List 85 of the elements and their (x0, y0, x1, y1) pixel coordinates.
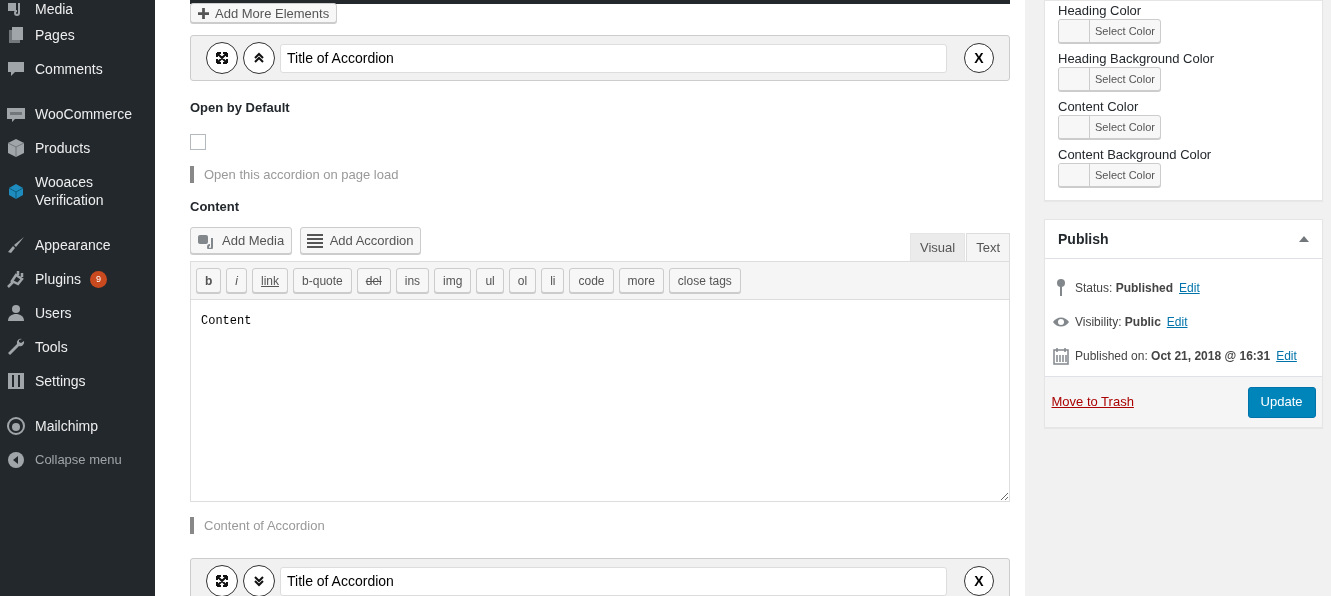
sliders-icon (6, 371, 26, 391)
expand-button[interactable] (206, 42, 238, 74)
double-chevron-up-icon (253, 52, 265, 64)
box-icon (6, 138, 26, 158)
brush-icon (6, 235, 26, 255)
format-button[interactable]: code (569, 268, 614, 293)
user-icon (6, 303, 26, 323)
publish-info: Visibility: Public (1075, 314, 1161, 331)
color-label: Content Background Color (1058, 147, 1213, 163)
field-hint: Content of Accordion (190, 517, 1010, 534)
color-picker-button[interactable]: Select Color (1058, 163, 1161, 187)
sidebar-item[interactable]: Mailchimp (0, 409, 155, 443)
sidebar-item[interactable]: Pages (0, 18, 155, 52)
color-label: Heading Color (1058, 3, 1143, 19)
update-count-badge: 9 (89, 270, 107, 288)
plug-icon (6, 269, 26, 289)
format-button[interactable]: b (196, 268, 222, 293)
format-button[interactable]: ul (476, 268, 504, 293)
sidebar-item[interactable]: Users (0, 296, 155, 330)
color-picker-button[interactable]: Select Color (1058, 67, 1161, 91)
editor-tab[interactable]: Visual (909, 233, 966, 261)
sidebar-item[interactable]: Plugins 9 (0, 262, 155, 296)
title-input-field[interactable]: Title of Accordion (280, 566, 947, 596)
pages-icon (6, 25, 26, 45)
sidebar-item[interactable]: WooCommerce (0, 97, 155, 131)
format-button[interactable]: ol (508, 268, 537, 293)
add-more-elements-button[interactable]: Add More Elements (190, 3, 337, 23)
format-button[interactable]: del (356, 268, 391, 293)
sidebar-item[interactable]: Wooaces Verification (0, 165, 155, 217)
sidebar-item[interactable]: Tools (0, 330, 155, 364)
comment-icon (6, 59, 26, 79)
field-label: Open by Default (190, 99, 291, 117)
sidebar-item[interactable]: Media (0, 0, 155, 18)
remove-button[interactable]: X (964, 43, 994, 73)
format-button[interactable]: more (618, 268, 664, 293)
panel-title: Publish (1058, 229, 1109, 249)
format-button[interactable]: close tags (668, 268, 741, 293)
sidebar-item[interactable]: Settings (0, 364, 155, 398)
color-picker-button[interactable]: Select Color (1058, 19, 1161, 43)
sidebar-item[interactable]: Appearance (0, 228, 155, 262)
color-swatch (1059, 20, 1090, 42)
remove-button[interactable]: X (964, 566, 994, 596)
cube-icon (6, 181, 26, 201)
calendar-icon (1053, 346, 1069, 366)
add-media-button[interactable]: Add Media (190, 227, 292, 254)
collapse-menu-item[interactable]: Collapse menu (0, 443, 155, 477)
plus-icon (197, 7, 209, 19)
sidebar-item[interactable]: Comments (0, 52, 155, 86)
edit-link[interactable]: Edit (1166, 313, 1188, 331)
expand-arrows-icon (216, 575, 228, 587)
move-to-trash-link[interactable]: Move to Trash (1051, 392, 1134, 412)
editor-tab[interactable]: Text (966, 233, 1010, 261)
content-text-area[interactable]: Content (190, 300, 1010, 502)
wrench-icon (6, 337, 26, 357)
expand-arrows-icon (216, 52, 228, 64)
expand-button[interactable] (206, 565, 238, 596)
publish-info: Published on: Oct 21, 2018 @ 16:31 (1075, 348, 1271, 365)
color-swatch (1059, 116, 1090, 138)
publish-info: Status: Published (1075, 280, 1174, 297)
color-swatch (1059, 68, 1090, 90)
checkbox[interactable] (190, 133, 206, 150)
sidebar-item[interactable]: Products (0, 131, 155, 165)
edit-link[interactable]: Edit (1179, 279, 1200, 297)
format-button[interactable]: img (434, 268, 472, 293)
format-button[interactable]: i (226, 268, 247, 293)
edit-link[interactable]: Edit (1276, 347, 1297, 365)
format-button[interactable]: li (541, 268, 565, 293)
color-label: Heading Background Color (1058, 51, 1216, 67)
field-hint: Open this accordion on page load (190, 165, 1010, 183)
color-swatch (1059, 164, 1090, 186)
color-label: Content Color (1058, 99, 1140, 115)
update-button[interactable]: Update (1247, 386, 1316, 418)
add-accordion-button[interactable]: Add Accordion (299, 227, 421, 254)
media-icon (197, 232, 216, 249)
collapse-triangle-icon[interactable] (1299, 236, 1309, 242)
field-label: Content (190, 197, 241, 216)
collapse-button[interactable] (243, 42, 275, 74)
color-picker-button[interactable]: Select Color (1058, 115, 1161, 139)
format-button[interactable]: ins (395, 268, 430, 293)
lines-icon (307, 233, 324, 248)
format-button[interactable]: link (252, 268, 289, 293)
expand-toggle-button[interactable] (243, 565, 275, 596)
double-chevron-down-icon (253, 575, 265, 587)
title-input-field[interactable]: Title of Accordion (280, 43, 947, 73)
format-button[interactable]: b-quote (293, 268, 352, 293)
